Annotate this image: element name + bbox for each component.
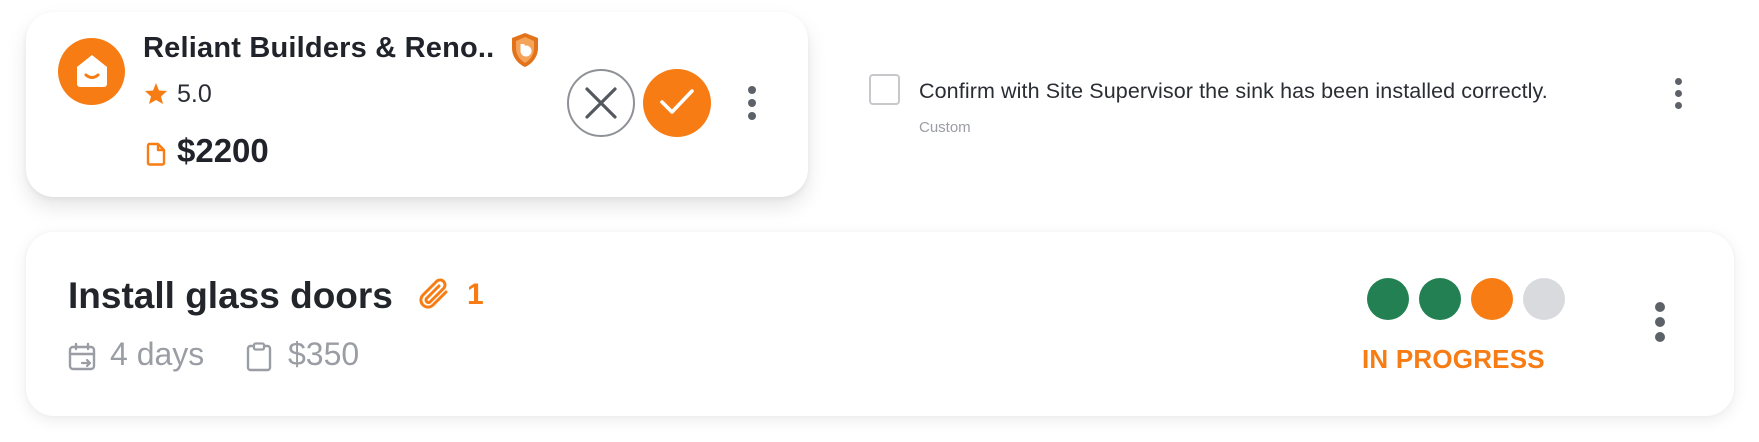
home-icon (77, 55, 107, 87)
quote-price: $2200 (177, 132, 269, 169)
progress-step-pending (1523, 278, 1565, 320)
progress-step-complete (1367, 278, 1409, 320)
checklist-item-tag: Custom (919, 119, 971, 136)
check-icon (660, 89, 694, 114)
more-vertical-icon[interactable] (1655, 302, 1665, 342)
calendar-icon (68, 342, 96, 371)
builder-quote-card[interactable]: Reliant Builders & Reno.. 5.0 $2200 (26, 12, 808, 197)
more-vertical-icon[interactable] (747, 86, 757, 120)
reject-quote-button[interactable] (567, 69, 635, 137)
attachment-count[interactable]: 1 (467, 278, 484, 312)
progress-steps (1367, 278, 1565, 320)
builder-avatar (58, 38, 125, 105)
task-card[interactable]: Install glass doors 1 4 days $350 IN PRO… (26, 232, 1734, 416)
task-title[interactable]: Install glass doors (68, 275, 393, 317)
builder-name[interactable]: Reliant Builders & Reno.. (143, 32, 494, 65)
star-icon (145, 83, 167, 104)
paperclip-icon[interactable] (416, 276, 454, 314)
close-icon (585, 87, 617, 119)
shield-badge-icon (512, 33, 538, 67)
status-badge: IN PROGRESS (1362, 344, 1545, 374)
progress-step-current (1471, 278, 1513, 320)
progress-step-complete (1419, 278, 1461, 320)
checklist-item-text: Confirm with Site Supervisor the sink ha… (919, 79, 1548, 103)
checklist-checkbox[interactable] (869, 74, 900, 105)
task-duration: 4 days (110, 336, 205, 372)
clipboard-icon (246, 342, 272, 372)
accept-quote-button[interactable] (643, 69, 711, 137)
task-cost: $350 (288, 336, 360, 372)
more-vertical-icon[interactable] (1673, 78, 1683, 109)
builder-rating: 5.0 (177, 80, 212, 108)
document-icon (146, 142, 166, 166)
